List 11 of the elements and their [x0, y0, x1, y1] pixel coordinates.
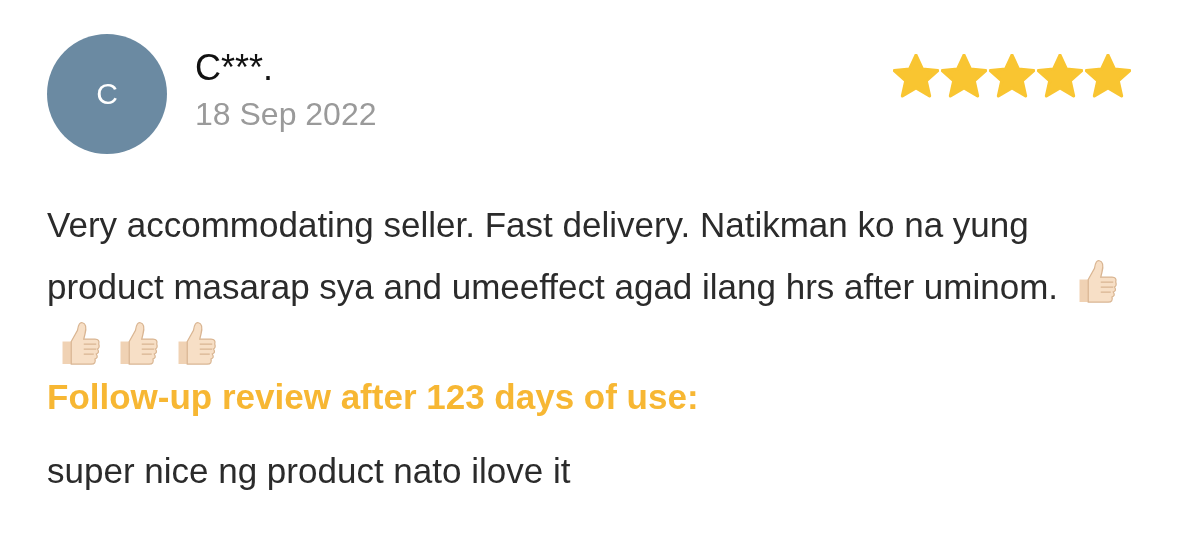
star-icon	[1085, 54, 1131, 98]
star-icon	[989, 54, 1035, 98]
reviewer-name: C***.	[195, 46, 275, 90]
star-icon	[941, 54, 987, 98]
star-icon	[1037, 54, 1083, 98]
review-date: 18 Sep 2022	[195, 95, 378, 134]
star-icon	[893, 54, 939, 98]
follow-up-text: super nice ng product nato ilove it	[47, 450, 572, 492]
avatar-initial: C	[96, 77, 118, 111]
follow-up-label: Follow-up review after 123 days of use:	[47, 376, 700, 418]
review-text: Very accommodating seller. Fast delivery. Natikman ko na yung product masarap sya and umeeffect agad ilang hrs after uminom.	[47, 205, 1059, 306]
